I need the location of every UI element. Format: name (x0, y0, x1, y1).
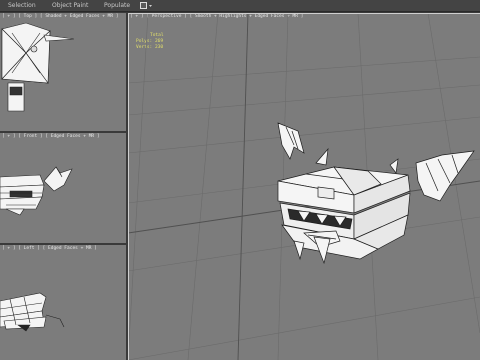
perspective-scene (128, 13, 480, 360)
menu-bar: Selection Object Paint Populate (0, 0, 480, 12)
front-view-model (0, 166, 73, 216)
viewport-label[interactable]: [ + ] [ Front ] [ Edged Faces + MR ] (2, 134, 100, 139)
viewport-label[interactable]: [ + ] [ Left ] [ Edged Faces + MR ] (2, 246, 97, 251)
left-view-model (0, 292, 65, 332)
viewport-top[interactable]: [ + ] [ Top ] [ Shaded + Edged Faces + M… (0, 13, 126, 131)
menu-object-paint[interactable]: Object Paint (52, 0, 88, 11)
top-view-model (1, 22, 75, 112)
active-border-left (128, 13, 129, 360)
mimic-chest-model (277, 122, 475, 265)
viewport-left[interactable]: [ + ] [ Left ] [ Edged Faces + MR ] (0, 245, 126, 360)
active-border-top (128, 13, 480, 14)
menu-selection[interactable]: Selection (8, 0, 36, 11)
menu-populate[interactable]: Populate (104, 0, 130, 11)
display-options-icon[interactable] (140, 2, 152, 9)
viewport-front[interactable]: [ + ] [ Front ] [ Edged Faces + MR ] (0, 133, 126, 243)
viewport-label[interactable]: [ + ] [ Top ] [ Shaded + Edged Faces + M… (2, 14, 119, 19)
viewport-perspective[interactable]: [ + ] [ Perspective ] [ Smooth + Highlig… (128, 13, 480, 360)
